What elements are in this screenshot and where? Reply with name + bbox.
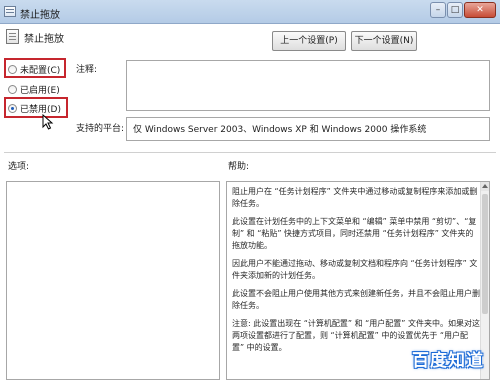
window-title: 禁止拖放 [20, 10, 60, 21]
divider [4, 152, 496, 153]
help-paragraph: 因此用户不能通过拖动、移动或复制文档和程序向 “任务计划程序” 文件夹添加新的计… [232, 259, 478, 280]
scroll-up-arrow-icon[interactable] [481, 182, 489, 191]
policy-name: 禁止拖放 [24, 34, 64, 45]
radio-label: 已启用(E) [20, 85, 60, 96]
supported-platform-label: 支持的平台: [76, 124, 125, 134]
title-bar: 禁止拖放 – □ ✕ [0, 0, 500, 24]
highlight-box-not-configured [4, 58, 66, 78]
close-button[interactable]: ✕ [464, 2, 496, 18]
policy-setting-icon [6, 29, 19, 44]
comment-textarea[interactable] [126, 60, 490, 111]
comment-label: 注释: [76, 65, 98, 75]
options-label: 选项: [8, 162, 30, 172]
maximize-button[interactable]: □ [447, 2, 463, 18]
help-paragraph: 此设置不会阻止用户使用其他方式来创建新任务，并且不会阻止用户删除任务。 [232, 289, 480, 310]
scroll-thumb[interactable] [482, 194, 488, 314]
help-label: 帮助: [228, 162, 250, 172]
next-setting-button[interactable]: 下一个设置(N) [351, 31, 417, 51]
watermark-logo: 百度知道 [412, 351, 484, 371]
policy-icon [4, 6, 16, 17]
help-paragraph: 阻止用户在 “任务计划程序” 文件夹中通过移动或复制程序来添加或删除任务。 [232, 187, 478, 208]
mouse-cursor-icon [42, 114, 54, 130]
help-paragraph: 此设置在计划任务中的上下文菜单和 “编辑” 菜单中禁用 “剪切”、“复制” 和 … [232, 217, 477, 250]
highlight-box-disabled [4, 97, 68, 118]
supported-platform-field: 仅 Windows Server 2003、Windows XP 和 Windo… [126, 117, 490, 141]
radio-circle-icon[interactable] [8, 84, 17, 94]
options-panel [6, 181, 220, 380]
minimize-button[interactable]: – [430, 2, 446, 18]
help-text: 阻止用户在 “任务计划程序” 文件夹中通过移动或复制程序来添加或删除任务。 此设… [232, 186, 480, 360]
previous-setting-button[interactable]: 上一个设置(P) [272, 31, 346, 51]
radio-enabled[interactable]: 已启用(E) [8, 82, 60, 96]
